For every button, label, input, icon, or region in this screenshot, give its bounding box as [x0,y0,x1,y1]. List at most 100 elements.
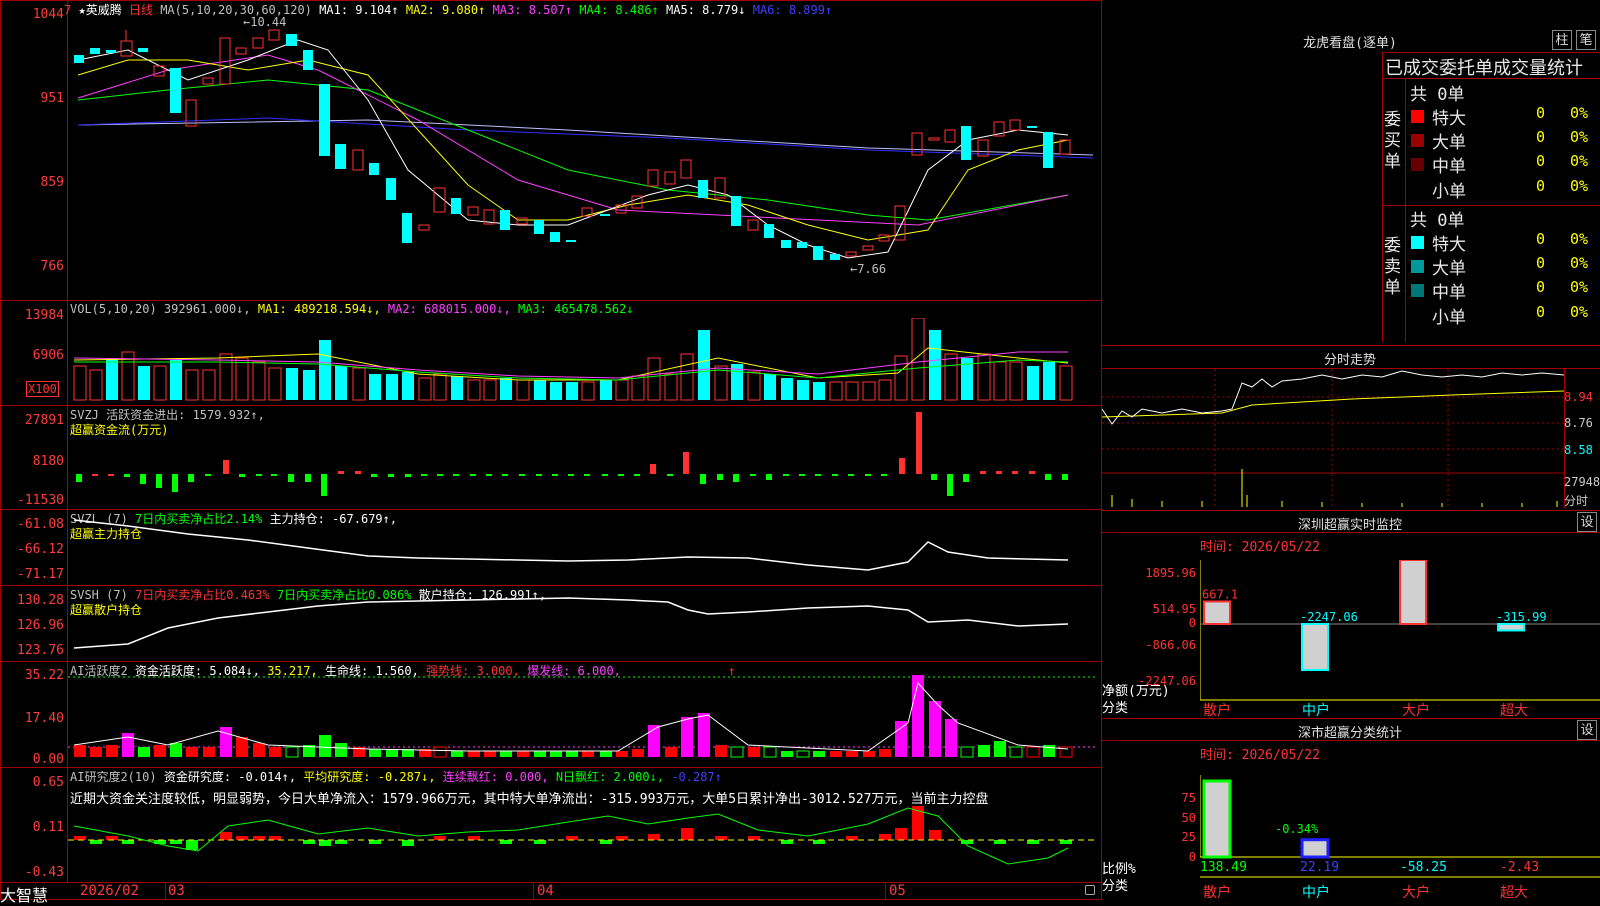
ai2-title-a: AI研究度2(10) [70,770,157,784]
svzl-main-position-chart[interactable] [68,512,1100,584]
buy-row-name: 大单 [1432,133,1466,153]
buy-total: 共 0单 [1410,85,1465,105]
sell-row-count: 0 [1536,254,1546,272]
vol-unit-badge: X100 [26,381,59,397]
sm-settings-button[interactable]: 设 [1577,720,1597,740]
sz-bar-labels: 667.1-2247.061895.96-315.99 [1202,587,1547,624]
stock-name[interactable]: ★英威腾 [78,3,121,17]
buy-row-count: 0 [1536,128,1546,146]
sz-settings-button[interactable]: 设 [1577,512,1597,532]
ma3-value: MA3: 8.507↑ [492,3,573,17]
ma6-value: MA6: 8.899↑ [752,3,833,17]
sell-row-name: 中单 [1432,283,1466,303]
price-y-tick: 766 [40,259,64,274]
period-label[interactable]: 日线 [129,3,153,17]
ai2-title-d: 连续飘红: 0.000, [442,770,549,784]
legend-swatch [1411,284,1424,297]
vol-ma3: MA3: 465478.562↓ [517,302,634,316]
ai2-comment: 近期大资金关注度较低，明显弱势，今日大单净流入：1579.966万元，其中特大单… [70,792,989,807]
sm-stats-title: 深市超赢分类统计 [1297,726,1402,741]
intraday-y-tick: 8.76 [1564,416,1593,430]
ai2-title-e: N日飘红: 2.000↓, [555,770,665,784]
sz-cat-label: 中户 [1302,703,1330,719]
lhb-title: 龙虎看盘(逐单) [1303,36,1397,51]
svsh-line [73,597,1069,649]
sell-row-count: 0 [1536,303,1546,321]
intraday-chart[interactable] [1102,369,1564,507]
price-y-tick: 1044 [32,7,64,22]
ai1-y-tick: 17.40 [24,711,64,726]
svzj-bars [76,412,1068,496]
buy-row-name: 中单 [1432,157,1466,177]
sell-row-count: 0 [1536,278,1546,296]
ma1-value: MA1: 9.104↑ [319,3,399,17]
ma120-line [77,119,1094,156]
x-tick-mar: 03 [168,883,185,899]
ma20-line [77,54,1069,226]
brand-label: 大智慧 [0,886,49,905]
sz-bar-label: 667.1 [1202,587,1238,601]
svzl-y-tick: -71.17 [17,567,64,582]
svsh-y-tick: 130.28 [17,593,64,608]
candlestick-chart[interactable] [68,20,1100,298]
intraday-y-tick: 8.94 [1564,390,1593,404]
sz-bar [1497,623,1525,632]
ai1-y-tick: 35.22 [24,668,64,683]
x-tick-mark [885,883,886,900]
sz-cat-label: 散户 [1203,703,1231,719]
price-top-mark: 7 [64,3,72,17]
sm-cat-label: 中户 [1302,885,1330,901]
intraday-title: 分时走势 [1323,353,1376,368]
x-tick-apr: 04 [537,883,554,899]
intraday-avg-line [1102,390,1564,418]
sz-bar [1203,600,1231,625]
vol-y-tick: 13984 [24,308,64,323]
legend-swatch [1411,110,1424,123]
bar-mode-button[interactable]: 柱 [1552,30,1572,50]
divider [1102,718,1600,719]
volume-bars [73,318,1073,401]
price-y-tick: 951 [40,91,64,106]
sm-x-axis-label: 分类 [1102,879,1129,894]
pen-mode-button[interactable]: 笔 [1576,30,1596,50]
intraday-vol-max: 27948 [1564,475,1600,489]
ai2-y-tick: 0.65 [32,775,64,790]
sz-bar [1399,560,1427,625]
ai1-y-tick: 0.00 [32,752,64,767]
sm-value-label: 138.49 [1200,860,1247,875]
volume-chart[interactable] [68,318,1100,402]
vol-legend: VOL(5,10,20) 392961.000↓, MA1: 489218.59… [70,302,634,316]
buy-row-count: 0 [1536,152,1546,170]
ai2-bars [74,806,1072,850]
sell-row-count: 0 [1536,230,1546,248]
svzj-y-tick: 27891 [24,413,64,428]
ai-activity-chart[interactable] [68,675,1100,765]
sz-y-tick: 514.95 [1152,602,1196,616]
sz-monitor-chart[interactable]: 667.1-2247.061895.96-315.99 [1200,560,1600,715]
ma60-line [77,117,1094,159]
ma2-value: MA2: 9.080↑ [405,3,486,17]
buy-row-pct: 0% [1570,152,1589,170]
ai2-y-tick: 0.11 [32,820,64,835]
intraday-vol-label: 分时 [1564,494,1589,508]
svzj-fund-flow-chart[interactable] [68,412,1100,508]
x-tick-mark [533,883,534,900]
sz-cat-label: 超大 [1500,703,1528,719]
sell-row-pct: 0% [1570,254,1589,272]
price-y-tick: 859 [40,175,64,190]
ma5-line [77,39,1069,259]
vol-y-tick: 6906 [32,348,64,363]
svsh-retail-position-chart[interactable] [68,588,1100,660]
sm-y-tick: 75 [1181,791,1196,805]
buy-row-name: 小单 [1432,182,1466,202]
sm-stats-chart[interactable] [1200,775,1600,900]
svsh-y-tick: 123.76 [17,643,64,658]
x-tick-mark [165,883,166,900]
ai2-y-tick: -0.43 [24,865,64,880]
sz-monitor-time: 时间: 2026/05/22 [1200,540,1320,555]
lock-icon[interactable] [1085,885,1095,895]
sz-x-axis-label: 分类 [1102,701,1129,716]
ai-research-chart[interactable] [68,806,1100,881]
divider [1102,510,1600,511]
vol-ma2: MA2: 688015.000↓, [387,302,511,316]
